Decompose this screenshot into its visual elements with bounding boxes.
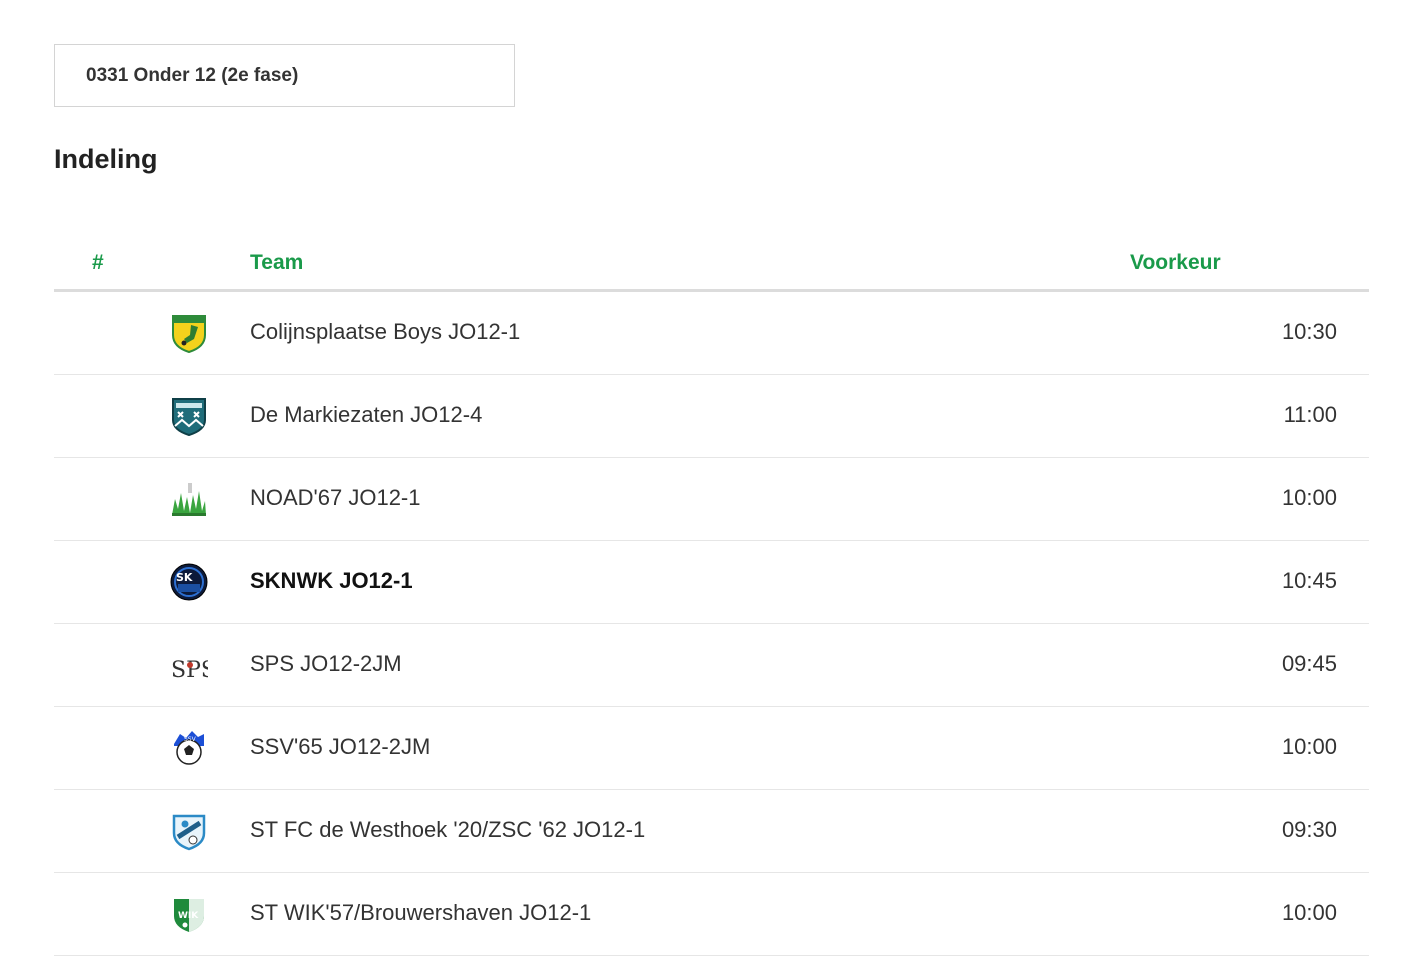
preference-time: 11:00 [1283,402,1337,427]
table-row[interactable]: NOAD'67 JO12-1 10:00 [54,458,1369,541]
sps-logo-icon: SPS [170,645,208,685]
competition-label: 0331 Onder 12 (2e fase) [86,64,299,86]
standings-table: # Team Voorkeur Colijnsplaatse Boys JO12… [54,238,1369,956]
team-name-own[interactable]: SKNWK JO12-1 [250,568,413,594]
svg-text:SK: SK [176,571,193,584]
table-row[interactable]: SPS SPS JO12-2JM 09:45 [54,624,1369,707]
table-row[interactable]: Colijnsplaatse Boys JO12-1 10:30 [54,292,1369,375]
table-row[interactable]: WIK ST WIK'57/Brouwershaven JO12-1 10:00 [54,873,1369,956]
team-name[interactable]: De Markiezaten JO12-4 [250,402,482,428]
competition-selector[interactable]: 0331 Onder 12 (2e fase) [54,44,515,107]
header-preference[interactable]: Voorkeur [1130,251,1221,275]
page-title: Indeling [54,144,158,174]
sknwk-logo-icon: SK [170,562,208,602]
header-team[interactable]: Team [250,251,303,275]
preference-time: 10:45 [1281,568,1337,593]
wik57-logo-icon: WIK [170,894,208,934]
preference-time: 09:30 [1281,817,1337,842]
table-header: # Team Voorkeur [54,238,1369,292]
svg-text:SPS: SPS [171,658,208,683]
header-number[interactable]: # [92,251,104,275]
preference-time: 10:00 [1281,734,1337,759]
preference-time: 10:00 [1281,485,1337,510]
table-row[interactable]: De Markiezaten JO12-4 11:00 [54,375,1369,458]
preference-time: 10:00 [1281,900,1337,925]
team-name[interactable]: ST FC de Westhoek '20/ZSC '62 JO12-1 [250,817,645,843]
preference-time: 10:30 [1281,319,1337,344]
table-row[interactable]: ST FC de Westhoek '20/ZSC '62 JO12-1 09:… [54,790,1369,873]
table-row[interactable]: SSV SSV'65 JO12-2JM 10:00 [54,707,1369,790]
svg-text:WIK: WIK [178,911,199,921]
noad67-logo-icon [170,479,208,519]
team-name[interactable]: ST WIK'57/Brouwershaven JO12-1 [250,900,591,926]
colijnsplaatse-boys-logo-icon [170,313,208,353]
preference-time: 09:45 [1281,651,1337,676]
de-markiezaten-logo-icon [170,396,208,436]
team-name[interactable]: SPS JO12-2JM [250,651,402,677]
ssv65-logo-icon: SSV [170,728,208,768]
team-name[interactable]: SSV'65 JO12-2JM [250,734,430,760]
westhoek-logo-icon [170,811,208,851]
team-name[interactable]: Colijnsplaatse Boys JO12-1 [250,319,520,345]
team-name[interactable]: NOAD'67 JO12-1 [250,485,421,511]
svg-text:SSV: SSV [184,736,197,743]
table-row[interactable]: SK SKNWK JO12-1 10:45 [54,541,1369,624]
page: 0331 Onder 12 (2e fase) Indeling # Team … [0,0,1424,964]
